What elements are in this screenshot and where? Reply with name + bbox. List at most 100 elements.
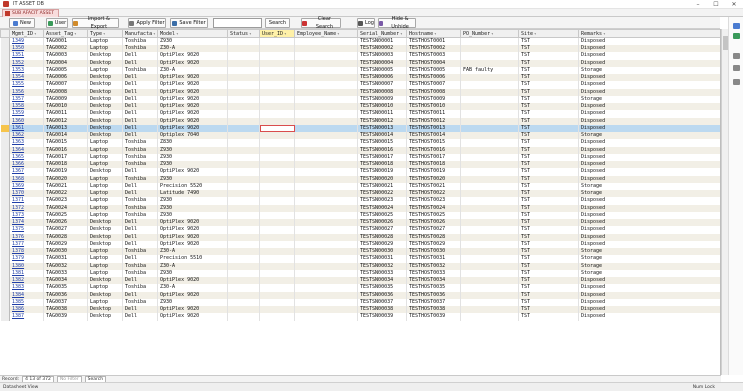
row-selector[interactable]	[0, 306, 10, 314]
column-header-serial-number[interactable]: Serial_Number▾	[357, 29, 407, 38]
column-header-po-number[interactable]: PO_Number▾	[460, 29, 519, 38]
cell-serial-number[interactable]: TESTSN00038	[357, 306, 407, 314]
cell-hostname[interactable]: TESTHOST0022	[406, 190, 461, 198]
table-row[interactable]: 1355 TAG0007 Desktop Dell OptiPlex 9020 TESTS…	[0, 81, 720, 89]
row-selector[interactable]	[0, 52, 10, 60]
column-header-hostname[interactable]: Hostname▾	[406, 29, 461, 38]
cell-user-id[interactable]	[259, 45, 295, 53]
cell-employee-name[interactable]	[294, 110, 358, 118]
cell-mgmt-id[interactable]: 1375	[9, 226, 44, 234]
cell-hostname[interactable]: TESTHOST0029	[406, 240, 461, 248]
cell-mgmt-id[interactable]: 1378	[9, 248, 44, 256]
cell-hostname[interactable]: TESTHOST0025	[406, 211, 461, 219]
cell-user-id[interactable]	[259, 153, 295, 161]
table-row[interactable]: 1387 TAG0039 Desktop Dell OptiPlex 9020 TESTS…	[0, 313, 720, 321]
cell-type[interactable]: Laptop	[87, 161, 123, 169]
row-selector[interactable]	[0, 74, 10, 82]
cell-status[interactable]	[227, 277, 260, 285]
cell-serial-number[interactable]: TESTSN00031	[357, 255, 407, 263]
cell-remarks[interactable]: Disposed	[578, 240, 720, 248]
column-header-site[interactable]: Site▾	[518, 29, 579, 38]
cell-model[interactable]: Z930	[157, 204, 228, 212]
cell-manufacturer[interactable]: Dell	[122, 168, 158, 176]
cell-manufacturer[interactable]: Dell	[122, 88, 158, 96]
table-row[interactable]: 1350 TAG0002 Laptop Toshiba Z30-A TESTSN00002…	[0, 45, 720, 53]
cell-employee-name[interactable]	[294, 103, 358, 111]
cell-remarks[interactable]: Storage	[578, 95, 720, 103]
table-row[interactable]: 1379 TAG0031 Laptop Dell Precision 5510 TESTS…	[0, 255, 720, 263]
cell-serial-number[interactable]: TESTSN00025	[357, 211, 407, 219]
cell-mgmt-id[interactable]: 1387	[9, 313, 44, 321]
cell-status[interactable]	[227, 291, 260, 299]
mgmt-id-link[interactable]: 1368	[12, 176, 24, 182]
column-header-model[interactable]: Model▾	[157, 29, 228, 38]
column-header-manufacturer[interactable]: Manufacta▾	[122, 29, 158, 38]
cell-mgmt-id[interactable]: 1379	[9, 255, 44, 263]
cell-remarks[interactable]: Disposed	[578, 233, 720, 241]
cell-mgmt-id[interactable]: 1373	[9, 211, 44, 219]
row-selector[interactable]	[0, 269, 10, 277]
row-selector[interactable]	[0, 240, 10, 248]
cell-status[interactable]	[227, 204, 260, 212]
table-row[interactable]: 1354 TAG0006 Desktop Dell OptiPlex 9020 TESTS…	[0, 74, 720, 82]
table-row[interactable]: 1383 TAG0035 Laptop Toshiba Z30-A TESTSN00035…	[0, 284, 720, 292]
cell-hostname[interactable]: TESTHOST0032	[406, 262, 461, 270]
sort-arrow-icon[interactable]: ▾	[153, 31, 155, 36]
cell-mgmt-id[interactable]: 1371	[9, 197, 44, 205]
cell-status[interactable]	[227, 313, 260, 321]
cell-type[interactable]: Laptop	[87, 182, 123, 190]
cell-remarks[interactable]: Storage	[578, 190, 720, 198]
cell-employee-name[interactable]	[294, 124, 358, 132]
cell-hostname[interactable]: TESTHOST0019	[406, 168, 461, 176]
mgmt-id-link[interactable]: 1376	[12, 234, 24, 240]
row-selector[interactable]	[0, 255, 10, 263]
cell-model[interactable]: OptiPlex 9020	[157, 95, 228, 103]
table-row[interactable]: 1381 TAG0033 Laptop Toshiba Z930 TESTSN00033 T…	[0, 269, 720, 277]
cell-status[interactable]	[227, 226, 260, 234]
cell-user-id[interactable]	[259, 168, 295, 176]
cell-model[interactable]: Z30-A	[157, 45, 228, 53]
table-row[interactable]: 1361 TAG0013 Desktop Dell OptiPlex 9020 TESTS…	[0, 124, 720, 132]
cell-remarks[interactable]: Disposed	[578, 284, 720, 292]
cell-user-id[interactable]	[259, 81, 295, 89]
cell-user-id[interactable]	[259, 161, 295, 169]
row-selector[interactable]	[0, 175, 10, 183]
cell-po-number[interactable]	[460, 269, 519, 277]
table-row[interactable]: 1380 TAG0032 Laptop Toshiba Z30-A TESTSN00032…	[0, 262, 720, 270]
cell-serial-number[interactable]: TESTSN00033	[357, 269, 407, 277]
cell-type[interactable]: Desktop	[87, 313, 123, 321]
mgmt-id-link[interactable]: 1385	[12, 299, 24, 305]
cell-remarks[interactable]: Disposed	[578, 37, 720, 45]
cell-site[interactable]: TST	[518, 45, 579, 53]
table-row[interactable]: 1352 TAG0004 Desktop Dell OptiPlex 9020 TESTS…	[0, 59, 720, 67]
cell-po-number[interactable]	[460, 291, 519, 299]
cell-user-id[interactable]	[259, 190, 295, 198]
cell-type[interactable]: Desktop	[87, 124, 123, 132]
cell-site[interactable]: TST	[518, 103, 579, 111]
clear-search-button[interactable]: Clear Search	[301, 16, 341, 30]
import-export-button[interactable]: Import & Export	[72, 16, 119, 30]
cell-site[interactable]: TST	[518, 74, 579, 82]
cell-hostname[interactable]: TESTHOST0026	[406, 219, 461, 227]
cell-employee-name[interactable]	[294, 153, 358, 161]
cell-hostname[interactable]: TESTHOST0035	[406, 284, 461, 292]
row-selector[interactable]	[0, 45, 10, 53]
cell-po-number[interactable]	[460, 146, 519, 154]
cell-status[interactable]	[227, 211, 260, 219]
cell-serial-number[interactable]: TESTSN00019	[357, 168, 407, 176]
tab-sub-afacit-asset[interactable]: SUB AFACIT ASSET	[2, 9, 59, 17]
cell-asset-tag[interactable]: TAG0012	[43, 117, 88, 125]
mgmt-id-link[interactable]: 1374	[12, 219, 24, 225]
cell-site[interactable]: TST	[518, 240, 579, 248]
cell-mgmt-id[interactable]: 1358	[9, 103, 44, 111]
cell-employee-name[interactable]	[294, 262, 358, 270]
cell-remarks[interactable]: Storage	[578, 262, 720, 270]
cell-user-id[interactable]	[259, 88, 295, 96]
table-row[interactable]: 1363 TAG0015 Laptop Toshiba Z830 TESTSN00015 T…	[0, 139, 720, 147]
cell-model[interactable]: OptiPlex 9020	[157, 81, 228, 89]
cell-hostname[interactable]: TESTHOST0033	[406, 269, 461, 277]
cell-employee-name[interactable]	[294, 240, 358, 248]
mgmt-id-link[interactable]: 1357	[12, 96, 24, 102]
cell-type[interactable]: Desktop	[87, 81, 123, 89]
cell-user-id[interactable]	[259, 240, 295, 248]
